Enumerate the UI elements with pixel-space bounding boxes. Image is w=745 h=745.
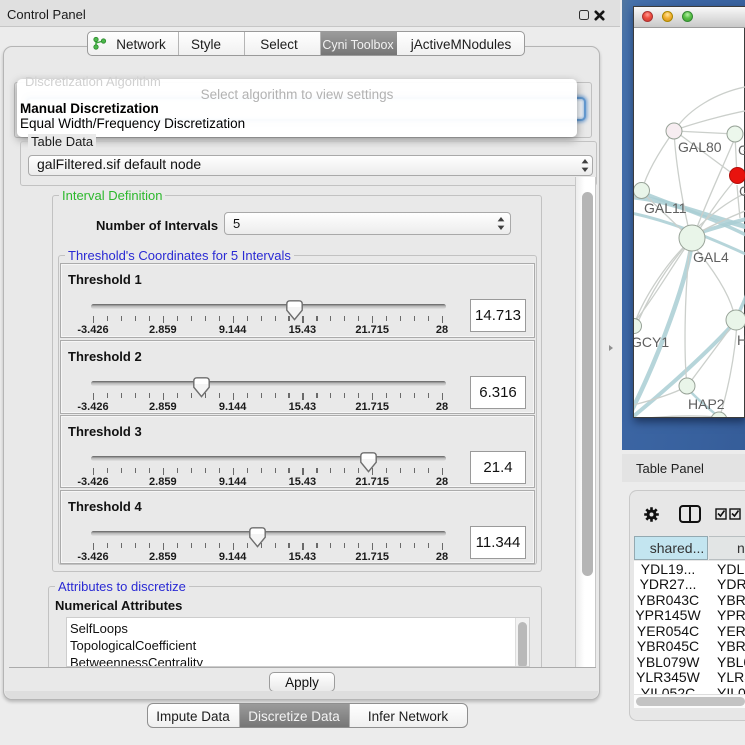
svg-text:G: G (739, 183, 745, 199)
svg-text:GAL80: GAL80 (678, 139, 722, 155)
svg-text:HAP2: HAP2 (688, 396, 725, 412)
svg-text:GAL4: GAL4 (693, 249, 729, 265)
svg-text:GAL11: GAL11 (644, 200, 687, 216)
svg-text:H: H (737, 332, 745, 348)
svg-text:G: G (738, 142, 745, 158)
svg-text:GCY1: GCY1 (634, 334, 669, 350)
